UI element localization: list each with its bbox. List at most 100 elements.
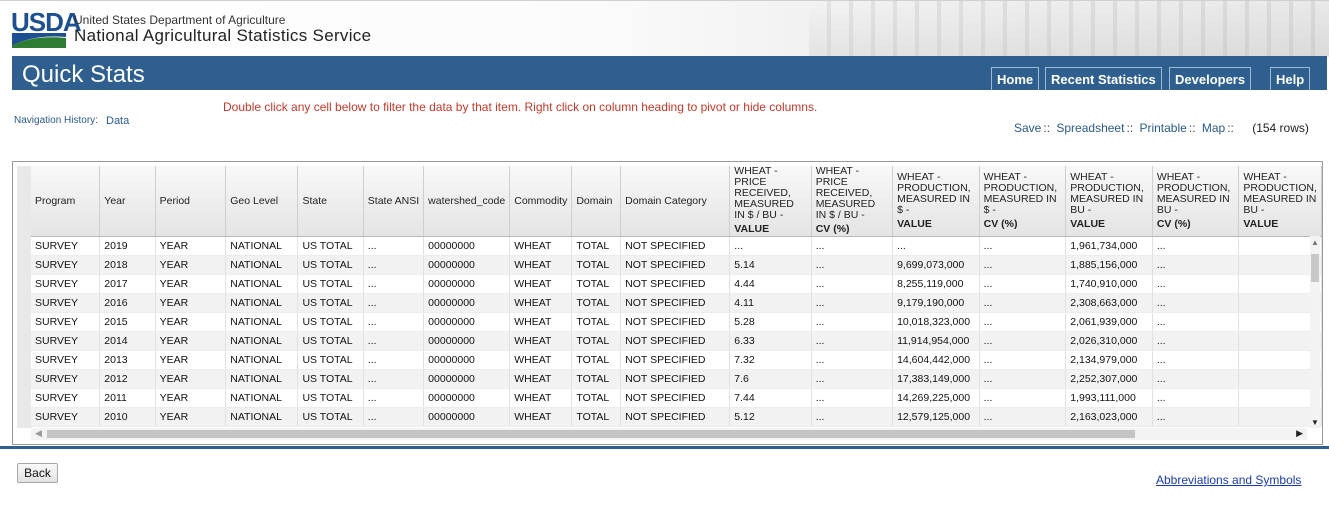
table-cell[interactable]: WHEAT	[509, 274, 573, 294]
table-cell[interactable]: 00000000	[423, 255, 511, 275]
table-cell[interactable]: WHEAT	[509, 312, 573, 332]
table-cell[interactable]: ...	[729, 236, 812, 256]
table-cell[interactable]: 7.32	[729, 350, 812, 370]
table-cell[interactable]: ...	[811, 274, 894, 294]
table-cell[interactable]: ...	[811, 255, 894, 275]
table-cell[interactable]: 2013	[99, 350, 156, 370]
scroll-down-icon[interactable]: ▼	[1311, 418, 1319, 427]
table-cell[interactable]: 7.44	[729, 388, 812, 408]
save-link[interactable]: Save	[1014, 121, 1041, 135]
table-cell[interactable]: WHEAT	[509, 236, 573, 256]
table-cell[interactable]: SURVEY	[31, 331, 101, 351]
table-cell[interactable]: SURVEY	[31, 274, 101, 294]
table-cell[interactable]: ...	[363, 331, 425, 351]
table-cell[interactable]: NATIONAL	[225, 350, 299, 370]
navigation-history-data-link[interactable]: Data	[106, 115, 129, 127]
table-cell[interactable]: ...	[1152, 312, 1240, 332]
table-cell[interactable]: ...	[363, 350, 425, 370]
vertical-scrollbar[interactable]: ▲ ▼	[1310, 236, 1320, 428]
table-cell[interactable]: TOTAL	[571, 236, 622, 256]
table-cell[interactable]: ...	[1152, 274, 1240, 294]
horizontal-scroll-thumb[interactable]	[47, 430, 1135, 438]
table-cell[interactable]: ...	[979, 255, 1067, 275]
table-cell[interactable]: TOTAL	[571, 293, 622, 313]
table-cell[interactable]: ...	[1152, 255, 1240, 275]
table-cell[interactable]: TOTAL	[571, 331, 622, 351]
table-cell[interactable]: 00000000	[423, 331, 511, 351]
table-cell[interactable]: NATIONAL	[225, 274, 299, 294]
table-cell[interactable]: ...	[363, 312, 425, 332]
table-cell[interactable]: YEAR	[155, 293, 227, 313]
table-cell[interactable]: NOT SPECIFIED	[620, 407, 731, 427]
column-header[interactable]: Period	[155, 166, 227, 237]
table-cell[interactable]: NOT SPECIFIED	[620, 312, 731, 332]
table-cell[interactable]: 11,914,954,000	[892, 331, 980, 351]
back-button[interactable]: Back	[17, 463, 58, 483]
table-cell[interactable]: WHEAT	[509, 388, 573, 408]
table-cell[interactable]: NOT SPECIFIED	[620, 236, 731, 256]
table-cell[interactable]: 1,993,111,000	[1065, 388, 1153, 408]
table-cell[interactable]: TOTAL	[571, 350, 622, 370]
table-cell[interactable]: 00000000	[423, 312, 511, 332]
table-cell[interactable]: 5.12	[729, 407, 812, 427]
table-cell[interactable]: ...	[979, 369, 1067, 389]
table-cell[interactable]: 2016	[99, 293, 156, 313]
table-cell[interactable]: TOTAL	[571, 255, 622, 275]
column-header[interactable]: Geo Level	[225, 166, 299, 237]
table-cell[interactable]: 2,026,310,000	[1065, 331, 1153, 351]
table-cell[interactable]: ...	[811, 312, 894, 332]
scroll-up-icon[interactable]: ▲	[1311, 238, 1319, 247]
table-cell[interactable]: ...	[1152, 293, 1240, 313]
table-cell[interactable]: SURVEY	[31, 407, 101, 427]
value-column-header[interactable]: WHEAT - PRODUCTION, MEASURED IN BU - CV (…	[1152, 166, 1240, 237]
table-cell[interactable]: TOTAL	[571, 369, 622, 389]
table-cell[interactable]: US TOTAL	[297, 255, 364, 275]
table-cell[interactable]: 2014	[99, 331, 156, 351]
table-cell[interactable]: 5.28	[729, 312, 812, 332]
table-cell[interactable]: 2011	[99, 388, 156, 408]
value-column-header[interactable]: WHEAT - PRICE RECEIVED, MEASURED IN $ / …	[811, 166, 894, 237]
table-cell[interactable]: 7.6	[729, 369, 812, 389]
table-cell[interactable]: ...	[811, 293, 894, 313]
table-cell[interactable]: US TOTAL	[297, 350, 364, 370]
table-cell[interactable]: ...	[811, 369, 894, 389]
table-cell[interactable]: 17,383,149,000	[892, 369, 980, 389]
table-cell[interactable]: SURVEY	[31, 312, 101, 332]
column-header[interactable]: Commodity	[509, 166, 573, 237]
table-cell[interactable]: WHEAT	[509, 293, 573, 313]
table-cell[interactable]: 1,885,156,000	[1065, 255, 1153, 275]
column-header[interactable]: State	[297, 166, 364, 237]
table-cell[interactable]: ...	[811, 407, 894, 427]
table-cell[interactable]: ...	[811, 350, 894, 370]
table-cell[interactable]: ...	[979, 388, 1067, 408]
table-cell[interactable]: TOTAL	[571, 274, 622, 294]
table-cell[interactable]: ...	[979, 293, 1067, 313]
table-cell[interactable]: NATIONAL	[225, 407, 299, 427]
vertical-scroll-thumb[interactable]	[1311, 254, 1319, 282]
table-cell[interactable]: YEAR	[155, 331, 227, 351]
table-cell[interactable]: ...	[363, 369, 425, 389]
column-header[interactable]: Program	[31, 166, 101, 237]
nav-help-button[interactable]: Help	[1270, 67, 1311, 90]
table-cell[interactable]: 00000000	[423, 274, 511, 294]
table-cell[interactable]: ...	[1152, 350, 1240, 370]
table-cell[interactable]: 00000000	[423, 369, 511, 389]
table-cell[interactable]: 1,961,734,000	[1065, 236, 1153, 256]
table-cell[interactable]: ...	[892, 236, 980, 256]
table-cell[interactable]: NATIONAL	[225, 369, 299, 389]
table-cell[interactable]: 10,018,323,000	[892, 312, 980, 332]
table-cell[interactable]: 2010	[99, 407, 156, 427]
printable-link[interactable]: Printable	[1139, 121, 1186, 135]
table-cell[interactable]: ...	[363, 388, 425, 408]
column-header[interactable]: watershed_code	[423, 166, 511, 237]
abbreviations-link[interactable]: Abbreviations and Symbols	[1156, 473, 1301, 487]
table-cell[interactable]: 4.11	[729, 293, 812, 313]
table-cell[interactable]: ...	[811, 331, 894, 351]
table-cell[interactable]: ...	[363, 293, 425, 313]
spreadsheet-link[interactable]: Spreadsheet	[1056, 121, 1124, 135]
table-cell[interactable]: YEAR	[155, 407, 227, 427]
table-cell[interactable]: NATIONAL	[225, 331, 299, 351]
table-cell[interactable]: NOT SPECIFIED	[620, 331, 731, 351]
value-column-header[interactable]: WHEAT - PRODUCTION, MEASURED IN $ - VALUE	[892, 166, 980, 237]
table-cell[interactable]: US TOTAL	[297, 274, 364, 294]
